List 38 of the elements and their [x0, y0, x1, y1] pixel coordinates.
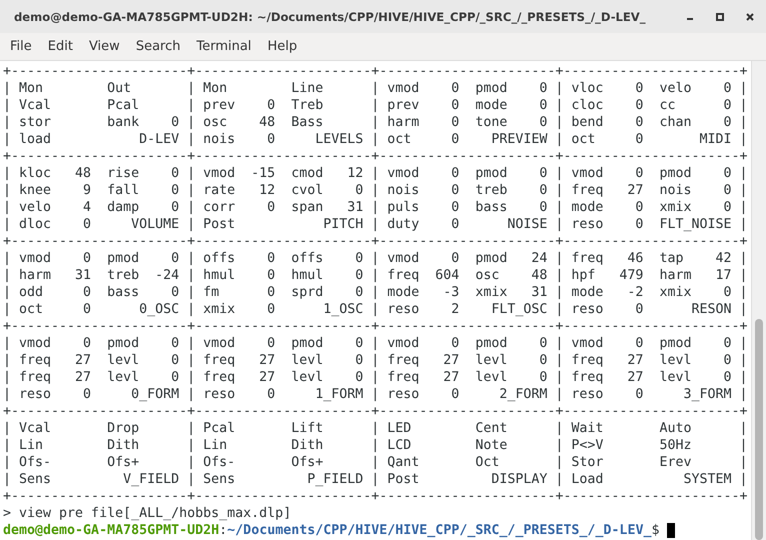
terminal-line: | harm 31 treb -24 | hmul 0 hmul 0 | freq 604 osc 48 | hpf 479 harm 17 | [3, 267, 749, 284]
menu-item[interactable]: View [80, 37, 128, 56]
menu-item[interactable]: Help [259, 37, 306, 56]
terminal-line: | velo 4 damp 0 | corr 0 span 31 | puls 0 bass 0 | mode 0 xmix 0 | [3, 199, 749, 216]
terminal-line: | kloc 48 rise 0 | vmod -15 cmod 12 | vmod 0 pmod 0 | vmod 0 pmod 0 | [3, 165, 749, 182]
terminal-line: +----------------------+----------------------+----------------------+----------------------+ [3, 148, 749, 165]
terminal-line: | Vcal Drop | Pcal Lift | LED Cent | Wait Auto | [3, 420, 749, 437]
terminal-line: | Mon Out | Mon Line | vmod 0 pmod 0 | vloc 0 velo 0 | [3, 80, 749, 97]
prompt-path: ~/Documents/CPP/HIVE/HIVE_CPP/_SRC_/_PRESETS_/_D-LEV_ [227, 522, 652, 539]
terminal-line: | Vcal Pcal | prev 0 Treb | prev 0 mode 0 | cloc 0 cc 0 | [3, 97, 749, 114]
terminal-line: | load D-LEV | nois 0 LEVELS | oct 0 PREVIEW | oct 0 MIDI | [3, 131, 749, 148]
terminal-line: | Lin Dith | Lin Dith | LCD Note | P<>V 50Hz | [3, 437, 749, 454]
terminal-line: +----------------------+----------------------+----------------------+----------------------+ [3, 488, 749, 505]
terminal-line: > view pre file[_ALL_/hobbs_max.dlp] [3, 505, 292, 522]
terminal-line: +----------------------+----------------------+----------------------+----------------------+ [3, 233, 749, 250]
terminal-line: | Sens V_FIELD | Sens P_FIELD | Post DISPLAY | Load SYSTEM | [3, 471, 749, 488]
menu-item[interactable]: File [2, 37, 40, 56]
terminal-line: +----------------------+----------------------+----------------------+----------------------+ [3, 403, 749, 420]
terminal-line: | freq 27 levl 0 | freq 27 levl 0 | freq 27 levl 0 | freq 27 levl 0 | [3, 369, 749, 386]
terminal-line: | knee 9 fall 0 | rate 12 cvol 0 | nois 0 treb 0 | freq 27 nois 0 | [3, 182, 749, 199]
menu-item[interactable]: Search [128, 37, 188, 56]
prompt-symbol: $ [651, 522, 660, 539]
prompt-user-host: demo@demo-GA-MA785GPMT-UD2H [3, 522, 220, 539]
terminal-line: +----------------------+----------------------+----------------------+----------------------+ [3, 63, 749, 80]
terminal-line: | vmod 0 pmod 0 | vmod 0 pmod 0 | vmod 0 pmod 0 | vmod 0 pmod 0 | [3, 335, 749, 352]
terminal-line: | odd 0 bass 0 | fm 0 sprd 0 | mode -3 xmix 31 | mode -2 xmix 0 | [3, 284, 749, 301]
terminal-line: | oct 0 0_OSC | xmix 0 1_OSC | reso 2 FLT_OSC | reso 0 RESON | [3, 301, 749, 318]
menu-item[interactable]: Edit [40, 37, 81, 56]
terminal-line: | reso 0 0_FORM | reso 0 1_FORM | reso 0 2_FORM | reso 0 3_FORM | [3, 386, 749, 403]
menu-item[interactable]: Terminal [188, 37, 260, 56]
terminal-line: +----------------------+----------------------+----------------------+----------------------+ [3, 318, 749, 335]
terminal-line: | freq 27 levl 0 | freq 27 levl 0 | freq 27 levl 0 | freq 27 levl 0 | [3, 352, 749, 369]
terminal-line: | dloc 0 VOLUME | Post PITCH | duty 0 NOISE | reso 0 FLT_NOISE | [3, 216, 749, 233]
terminal-line: | stor bank 0 | osc 48 Bass | harm 0 tone 0 | bend 0 chan 0 | [3, 114, 749, 131]
terminal-line: | vmod 0 pmod 0 | offs 0 offs 0 | vmod 0 pmod 24 | freq 46 tap 42 | [3, 250, 749, 267]
terminal-line: | Ofs- Ofs+ | Ofs- Ofs+ | Qant Oct | Stor Erev | [3, 454, 749, 471]
window-title: demo@demo-GA-MA785GPMT-UD2H: ~/Documents/CPP/HIVE/HIVE_CPP/_SRC_/_PRESETS_/_D-LEV_ [14, 10, 647, 24]
prompt-separator: : [219, 522, 228, 539]
